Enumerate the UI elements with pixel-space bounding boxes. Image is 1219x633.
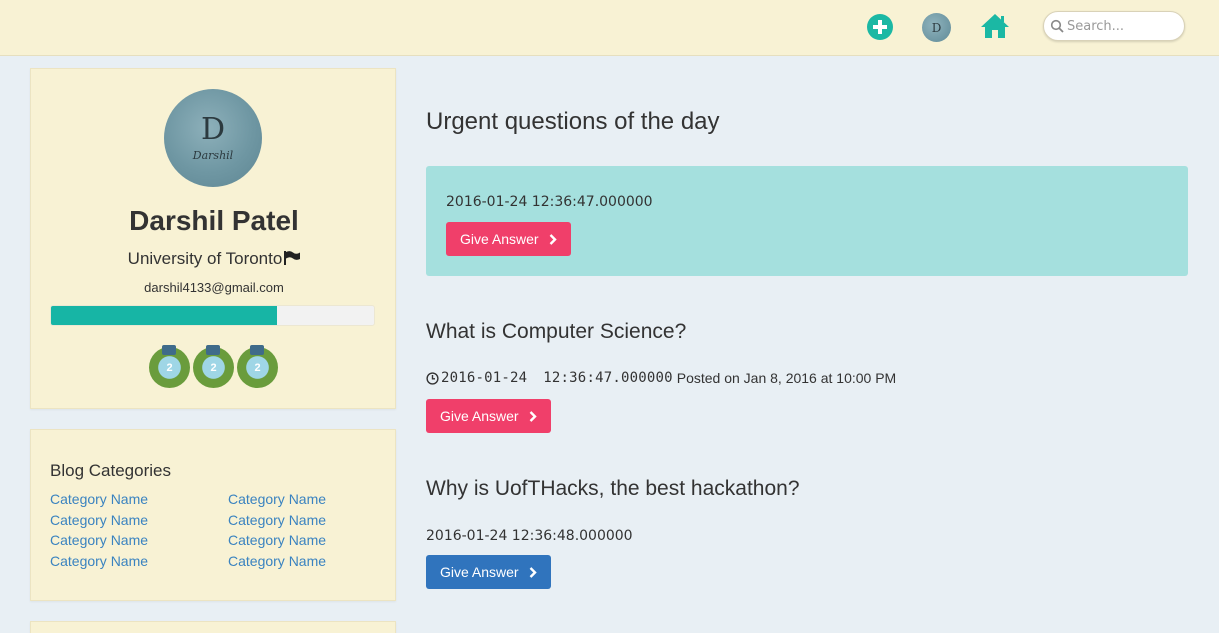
medal-badge: 2 bbox=[149, 345, 190, 388]
category-link[interactable]: Category Name bbox=[228, 491, 370, 509]
urgent-question-card: 2016-01-24 12:36:47.000000 Give Answer bbox=[426, 166, 1188, 276]
posted-on-text: Posted on Jan 8, 2016 at 10:00 PM bbox=[676, 370, 897, 386]
category-link[interactable]: Category Name bbox=[228, 532, 370, 550]
clock-icon bbox=[426, 371, 439, 385]
flag-icon bbox=[284, 251, 301, 265]
question-timestamp: 2016-01-24 12:36:48.000000 bbox=[426, 528, 633, 544]
badge-level: 2 bbox=[210, 361, 217, 374]
question-date: 2016-01-24 bbox=[441, 370, 528, 386]
user-avatar[interactable]: D bbox=[922, 13, 951, 42]
chevron-right-icon bbox=[549, 233, 557, 245]
sidebar-card bbox=[30, 621, 396, 633]
reputation-progress-bar bbox=[50, 305, 375, 326]
blog-categories-title: Blog Categories bbox=[50, 461, 171, 480]
badge-level: 2 bbox=[166, 361, 173, 374]
question-timestamp: 2016-01-24 12:36:47.000000 bbox=[446, 194, 653, 210]
search-icon bbox=[1050, 19, 1064, 33]
medal-badge: 2 bbox=[193, 345, 234, 388]
button-label: Give Answer bbox=[440, 408, 519, 424]
category-link[interactable]: Category Name bbox=[50, 491, 228, 509]
progress-fill bbox=[51, 306, 278, 325]
blog-categories-card: Blog Categories Category Name Category N… bbox=[30, 429, 396, 601]
avatar-letter: D bbox=[931, 20, 942, 35]
university-name: University of Toronto bbox=[127, 249, 283, 268]
plus-circle-icon bbox=[873, 20, 887, 34]
chevron-right-icon bbox=[529, 566, 537, 578]
button-label: Give Answer bbox=[440, 564, 519, 580]
chevron-right-icon bbox=[529, 410, 537, 422]
avatar-signature: Darshil bbox=[192, 148, 234, 162]
add-question-button[interactable] bbox=[867, 14, 893, 40]
profile-name: Darshil Patel bbox=[129, 205, 299, 236]
blog-category-list: Category Name Category Name Category Nam… bbox=[50, 491, 370, 570]
badge-list: 2 2 2 bbox=[149, 345, 278, 388]
give-answer-button[interactable]: Give Answer bbox=[426, 399, 551, 433]
button-label: Give Answer bbox=[460, 231, 539, 247]
category-link[interactable]: Category Name bbox=[228, 553, 370, 571]
page-title: Urgent questions of the day bbox=[426, 108, 720, 135]
badge-level: 2 bbox=[254, 361, 261, 374]
profile-email: darshil4133@gmail.com bbox=[144, 280, 284, 295]
search-box[interactable] bbox=[1043, 11, 1185, 41]
home-button[interactable] bbox=[980, 13, 1010, 39]
give-answer-button[interactable]: Give Answer bbox=[446, 222, 571, 256]
category-link[interactable]: Category Name bbox=[50, 553, 228, 571]
avatar-letter: D bbox=[200, 111, 226, 147]
question-title[interactable]: Why is UofTHacks, the best hackathon? bbox=[426, 477, 800, 501]
category-link[interactable]: Category Name bbox=[50, 512, 228, 530]
search-input[interactable] bbox=[1067, 18, 1177, 34]
category-link[interactable]: Category Name bbox=[228, 512, 370, 530]
category-link[interactable]: Category Name bbox=[50, 532, 228, 550]
profile-avatar: D Darshil bbox=[164, 89, 262, 187]
profile-card: D Darshil Darshil Patel University of To… bbox=[30, 68, 396, 409]
give-answer-button[interactable]: Give Answer bbox=[426, 555, 551, 589]
question-meta: 2016-01-24 12:36:47.000000 Posted on Jan… bbox=[426, 370, 896, 386]
question-title[interactable]: What is Computer Science? bbox=[426, 320, 686, 344]
top-navbar: D bbox=[0, 0, 1219, 56]
question-time: 12:36:47.000000 bbox=[543, 370, 673, 386]
home-icon bbox=[981, 14, 1009, 38]
profile-university: University of Toronto bbox=[31, 249, 397, 269]
medal-badge: 2 bbox=[237, 345, 278, 388]
